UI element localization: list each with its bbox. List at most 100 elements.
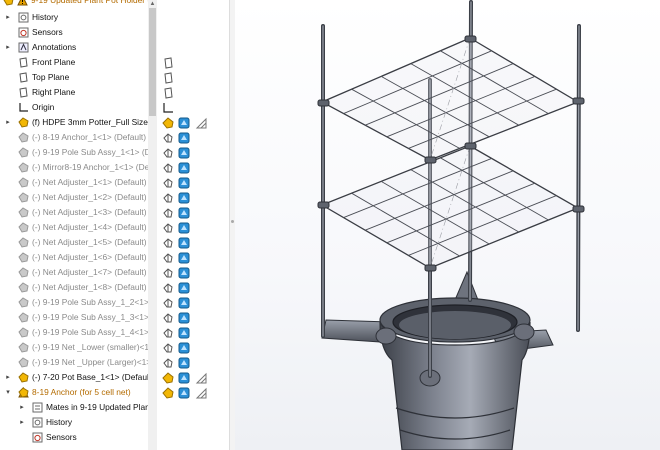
tree-item[interactable]: (-) 9-19 Pole Sub Assy_1_2<1> ( [0,295,150,310]
tree-item-label: (-) 8-19 Anchor_1<1> (Default) [32,132,147,142]
component-config-icon[interactable] [162,161,174,173]
tree-item[interactable]: (-) Net Adjuster_1<4> (Default) [0,220,150,235]
component-state-icon[interactable] [162,371,174,384]
plane-display-icon[interactable] [162,86,174,99]
tree-item[interactable]: (-) 9-19 Net _Lower (smaller)<1: [0,340,150,355]
component-config-icon[interactable] [162,176,174,188]
appearance-icon[interactable] [178,251,190,264]
expand-arrow-icon[interactable]: ▸ [4,10,12,25]
component-config-icon[interactable] [162,281,174,293]
scrollbar-thumb[interactable] [149,8,156,116]
expand-arrow-icon[interactable]: ▸ [4,115,12,130]
tree-item[interactable]: (-) Net Adjuster_1<3> (Default) [0,205,150,220]
tree-item[interactable]: (-) Net Adjuster_1<7> (Default) [0,265,150,280]
appearance-icon[interactable] [178,356,190,369]
expand-arrow-icon[interactable]: ▸ [4,370,12,385]
appearance-icon[interactable] [178,326,190,339]
sensors-icon [32,432,43,443]
tree-item[interactable]: (-) Net Adjuster_1<6> (Default) [0,250,150,265]
component-config-icon[interactable] [162,131,174,143]
plane-icon [18,57,29,68]
tree-root-assembly[interactable]: 9-19 Updated Plant Pot Holder ( [0,0,150,8]
appearance-icon[interactable] [178,311,190,324]
tree-item[interactable]: (-) Mirror8-19 Anchor_1<1> (De [0,160,150,175]
tree-item[interactable]: (-) Net Adjuster_1<8> (Default) [0,280,150,295]
scroll-up-arrow-icon[interactable]: ▲ [148,0,157,8]
tree-item[interactable]: Right Plane [0,85,150,100]
appearance-icon[interactable] [178,116,190,129]
component-config-icon[interactable] [162,356,174,368]
tree-item[interactable]: (-) Net Adjuster_1<5> (Default) [0,235,150,250]
appearance-icon[interactable] [178,281,190,294]
display-state-icon[interactable] [195,371,207,384]
origin-display-icon[interactable] [162,101,174,113]
tree-item[interactable]: (-) 9-19 Net _Upper (Larger)<1> [0,355,150,370]
plane-display-icon[interactable] [162,56,174,69]
tree-item[interactable]: Sensors [0,25,150,40]
expand-arrow-icon[interactable]: ▸ [18,415,26,430]
graphics-area[interactable] [235,0,660,450]
tree-item-label: (-) 7-20 Pot Base_1<1> (Default [32,372,150,382]
component-config-icon[interactable] [162,341,174,353]
tree-item[interactable]: (-) 8-19 Anchor_1<1> (Default) [0,130,150,145]
tree-item[interactable]: ▸ (-) 7-20 Pot Base_1<1> (Default [0,370,150,385]
component-config-icon[interactable] [162,311,174,323]
tree-item[interactable]: Sensors [0,430,150,445]
tree-item[interactable]: Origin [0,100,150,115]
appearance-icon[interactable] [178,191,190,204]
plane-display-icon[interactable] [162,71,174,84]
appearance-icon[interactable] [178,176,190,189]
component-config-icon[interactable] [162,251,174,263]
expand-down-arrow-icon[interactable]: ▾ [4,385,12,400]
appearance-icon[interactable] [178,206,190,219]
model-render[interactable] [235,0,660,450]
appearance-icon[interactable] [178,236,190,249]
tree-scrollbar[interactable]: ▲ [148,0,157,450]
tree-item-label: History [32,12,59,22]
feature-manager-tree[interactable]: 9-19 Updated Plant Pot Holder ( ▸ History S… [0,0,150,450]
appearance-icon[interactable] [178,386,190,399]
component-config-icon[interactable] [162,221,174,233]
tree-item[interactable]: ▸ (f) HDPE 3mm Potter_Full Size< [0,115,150,130]
splitter-grip[interactable] [231,220,234,223]
appearance-icon[interactable] [178,266,190,279]
component-config-icon[interactable] [162,266,174,278]
tree-item[interactable]: (-) 9-19 Pole Sub Assy_1_4<1> ( [0,325,150,340]
tree-item-label: (-) Mirror8-19 Anchor_1<1> (De [32,162,150,172]
component-state-icon[interactable] [162,386,174,399]
appearance-icon[interactable] [178,161,190,174]
assembly-icon [3,0,14,6]
tree-item[interactable]: ▾ 8-19 Anchor (for 5 cell net) [0,385,150,400]
component-state-icon[interactable] [162,116,174,129]
component-config-icon[interactable] [162,296,174,308]
tree-item[interactable]: ▸ Mates in 9-19 Updated Plan [0,400,150,415]
appearance-icon[interactable] [178,131,190,144]
display-state-icon[interactable] [195,116,207,129]
appearance-icon[interactable] [178,146,190,159]
tree-item[interactable]: (-) 9-19 Pole Sub Assy_1_3<1> ( [0,310,150,325]
expand-arrow-icon[interactable]: ▸ [18,400,26,415]
part-icon [18,357,29,368]
tree-item[interactable]: ▸ Annotations [0,40,150,55]
tree-item[interactable]: ▸ History [0,415,150,430]
tree-item[interactable]: (-) Net Adjuster_1<1> (Default) [0,175,150,190]
component-config-icon[interactable] [162,191,174,203]
expand-arrow-icon[interactable]: ▸ [4,40,12,55]
tree-item[interactable]: Top Plane [0,70,150,85]
tree-item[interactable]: (-) Net Adjuster_1<2> (Default) [0,190,150,205]
warning-icon [17,0,28,6]
appearance-icon[interactable] [178,296,190,309]
assembly-icon [18,327,29,338]
component-config-icon[interactable] [162,146,174,158]
component-config-icon[interactable] [162,236,174,248]
appearance-icon[interactable] [178,341,190,354]
tree-item[interactable]: ▸ History [0,10,150,25]
tree-item[interactable]: (-) 9-19 Pole Sub Assy_1<1> (De [0,145,150,160]
tree-item[interactable]: Front Plane [0,55,150,70]
display-state-icon[interactable] [195,386,207,399]
component-config-icon[interactable] [162,326,174,338]
tree-item-label: (-) Net Adjuster_1<2> (Default) [32,192,147,202]
component-config-icon[interactable] [162,206,174,218]
appearance-icon[interactable] [178,221,190,234]
appearance-icon[interactable] [178,371,190,384]
